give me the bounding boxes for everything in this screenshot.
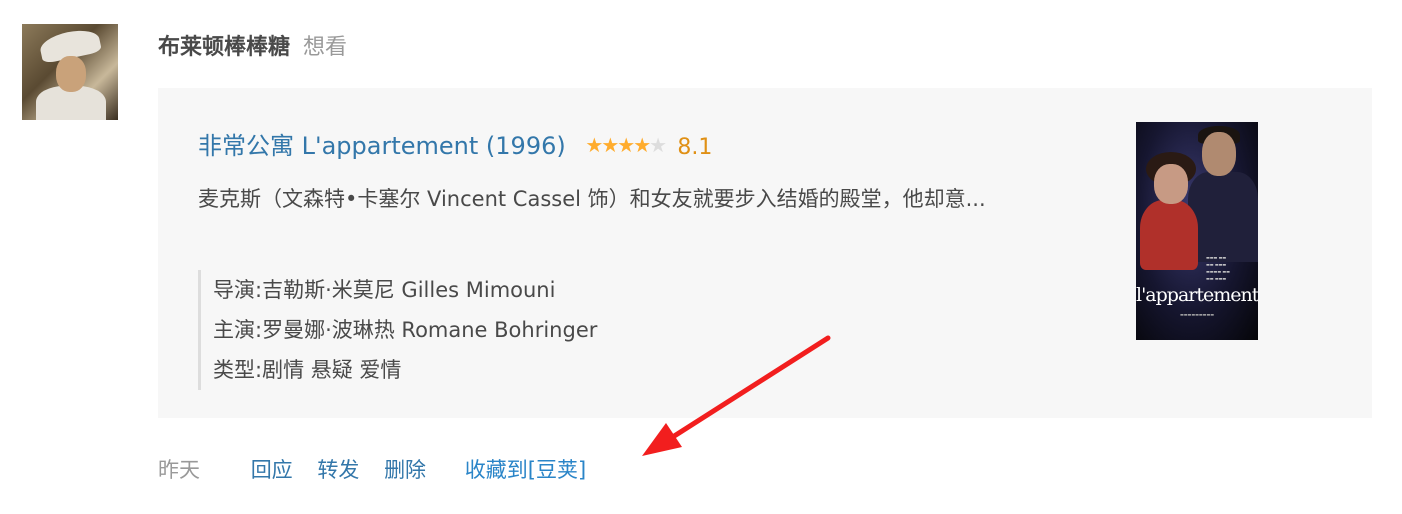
movie-director: 导演:吉勒斯·米莫尼 Gilles Mimouni xyxy=(213,278,556,302)
movie-title-row: 非常公寓 L'appartement (1996) ★★★★★ 8.1 xyxy=(198,128,712,166)
star-icon: ★ xyxy=(601,133,619,157)
movie-genre: 类型:剧情 悬疑 爱情 xyxy=(213,358,402,382)
poster-credits: ▬▬▬ ▬▬ ▬▬ ▬▬▬ ▬▬▬▬ ▬▬ ▬▬ ▬▬▬ xyxy=(1206,255,1230,281)
user-name-link[interactable]: 布莱顿棒棒糖 xyxy=(158,35,290,60)
collect-link[interactable]: 收藏到[豆荚] xyxy=(465,458,586,482)
reply-link[interactable]: 回应 xyxy=(251,458,293,482)
status-time: 昨天 xyxy=(158,458,200,482)
poster-figure xyxy=(1202,132,1236,176)
status-header: 布莱顿棒棒糖 想看 xyxy=(158,32,347,64)
star-icon: ★ xyxy=(585,133,603,157)
avatar-face xyxy=(56,56,86,92)
forward-link[interactable]: 转发 xyxy=(317,458,359,482)
movie-cast: 主演:罗曼娜·波琳热 Romane Bohringer xyxy=(213,318,598,342)
star-empty-icon: ★ xyxy=(649,133,667,157)
status-item: 布莱顿棒棒糖 想看 非常公寓 L'appartement (1996) ★★★★… xyxy=(0,0,1402,514)
poster-subtitle: ▬▬▬▬▬▬▬▬▬ xyxy=(1179,312,1214,317)
rating-stars: ★★★★★ xyxy=(585,133,669,157)
rating-score: 8.1 xyxy=(677,135,713,160)
movie-description: 麦克斯（文森特•卡塞尔 Vincent Cassel 饰）和女友就要步入结婚的殿… xyxy=(198,187,986,211)
star-icon: ★ xyxy=(633,133,651,157)
delete-link[interactable]: 删除 xyxy=(384,458,426,482)
star-icon: ★ xyxy=(617,133,635,157)
movie-meta: 导演:吉勒斯·米莫尼 Gilles Mimouni 主演:罗曼娜·波琳热 Rom… xyxy=(198,270,597,390)
avatar[interactable] xyxy=(22,24,118,120)
status-actions: 昨天 回应 转发 删除 收藏到[豆荚] xyxy=(158,452,604,488)
poster-figure xyxy=(1154,164,1188,204)
movie-poster[interactable]: ▬▬▬ ▬▬ ▬▬ ▬▬▬ ▬▬▬▬ ▬▬ ▬▬ ▬▬▬ l'appartement … xyxy=(1136,122,1258,340)
status-action: 想看 xyxy=(303,35,348,60)
poster-title: l'appartement xyxy=(1136,284,1258,306)
poster-figure xyxy=(1140,200,1198,270)
movie-title-link[interactable]: 非常公寓 L'appartement (1996) xyxy=(198,132,566,160)
movie-card: 非常公寓 L'appartement (1996) ★★★★★ 8.1 麦克斯（… xyxy=(158,88,1372,418)
poster-figure xyxy=(1188,172,1258,262)
